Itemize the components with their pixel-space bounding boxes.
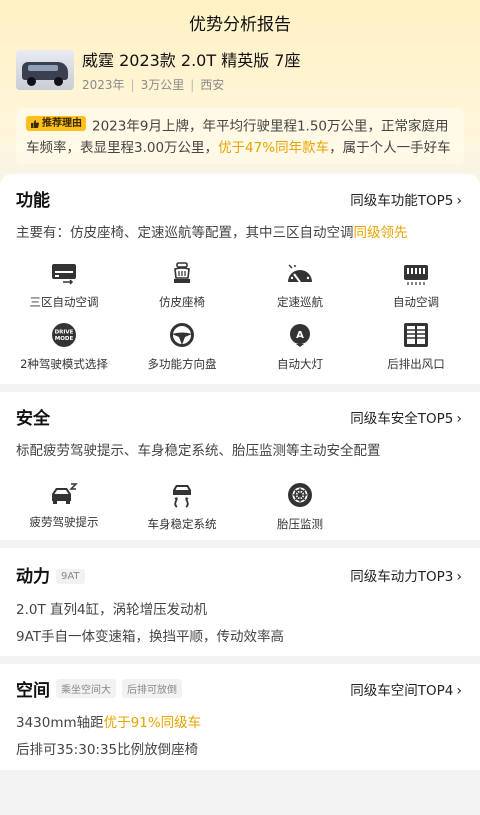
function-top5-link[interactable]: 同级车功能TOP5 › <box>350 189 462 209</box>
tire-pressure-icon <box>288 483 312 507</box>
space-chip: 乘坐空间大 <box>56 679 116 698</box>
feature-item: 后排出风口 <box>356 322 476 372</box>
feature-item: 多功能方向盘 <box>122 322 242 372</box>
power-section: 动力 9AT 同级车动力TOP3 › 2.0T 直列4缸，涡轮增压发动机 9AT手自… <box>0 548 480 656</box>
chevron-right-icon: › <box>456 569 462 585</box>
safety-desc: 标配疲劳驾驶提示、车身稳定系统、胎压监测等主动安全配置 <box>16 443 381 459</box>
safety-top5-link[interactable]: 同级车安全TOP5 › <box>350 407 462 427</box>
car-name: 威霆 2023款 2.0T 精英版 7座 <box>82 51 301 70</box>
chevron-right-icon: › <box>456 683 462 699</box>
rear-vent-icon <box>404 323 428 347</box>
feature-item: A 自动大灯 <box>240 322 360 372</box>
car-year: 2023年 <box>82 78 125 92</box>
seat-icon <box>174 262 190 283</box>
car-thumbnail <box>16 50 74 90</box>
space-top4-link[interactable]: 同级车空间TOP4 › <box>350 679 462 699</box>
power-chip: 9AT <box>56 569 85 584</box>
safety-section: 安全 同级车安全TOP5 › 标配疲劳驾驶提示、车身稳定系统、胎压监测等主动安全配… <box>0 392 480 540</box>
feature-item: 三区自动空调 <box>4 262 124 310</box>
feature-label: 自动大灯 <box>277 357 323 371</box>
chevron-right-icon: › <box>456 193 462 209</box>
feature-item: 自动空调 <box>356 262 476 310</box>
space-highlight: 优于91%同级车 <box>103 715 202 731</box>
space-title: 空间 乘坐空间大 后排可放倒 <box>16 676 182 701</box>
feature-label: 三区自动空调 <box>29 295 99 309</box>
steering-wheel-icon <box>170 323 194 347</box>
feature-label: 疲劳驾驶提示 <box>29 515 99 529</box>
car-mileage: 3万公里 <box>140 78 185 92</box>
safety-title: 安全 <box>16 409 50 429</box>
feature-item: 车身稳定系统 <box>122 482 242 532</box>
drive-mode-icon: DRIVE MODE <box>52 323 76 347</box>
power-title: 动力 9AT <box>16 562 85 587</box>
auto-ac-icon <box>404 265 428 285</box>
esp-icon <box>173 485 191 508</box>
feature-label: 2种驾驶模式选择 <box>20 357 108 371</box>
feature-item: 定速巡航 <box>240 262 360 310</box>
function-section: 功能 同级车功能TOP5 › 主要有：仿皮座椅、定速巡航等配置，其中三区自动空调同… <box>0 174 480 384</box>
feature-label: 自动空调 <box>393 295 439 309</box>
feature-item: 疲劳驾驶提示 <box>4 482 124 530</box>
function-title: 功能 <box>16 191 50 211</box>
space-seat-desc: 后排可35:30:35比例放倒座椅 <box>16 742 199 758</box>
svg-text:A: A <box>296 330 304 341</box>
feature-item: DRIVE MODE 2种驾驶模式选择 <box>4 322 124 372</box>
feature-label: 多功能方向盘 <box>147 357 217 371</box>
power-gearbox-desc: 9AT手自一体变速箱，换挡平顺，传动效率高 <box>16 629 285 645</box>
thumbs-up-icon <box>31 119 40 128</box>
space-chip: 后排可放倒 <box>122 679 182 698</box>
feature-label: 仿皮座椅 <box>159 295 205 309</box>
car-city: 西安 <box>200 78 225 92</box>
car-meta: 2023年 | 3万公里 | 西安 <box>82 78 225 92</box>
feature-label: 胎压监测 <box>277 517 323 531</box>
svg-text:MODE: MODE <box>55 336 74 342</box>
headlight-icon: A <box>290 324 310 347</box>
feature-item: 胎压监测 <box>240 482 360 532</box>
feature-item: 仿皮座椅 <box>122 262 242 310</box>
fatigue-icon <box>52 483 78 504</box>
recommend-reason-text-end: ，属于个人一手好车 <box>329 139 451 156</box>
recommend-reason-tag: 推荐理由 <box>26 116 86 131</box>
power-top3-link[interactable]: 同级车动力TOP3 › <box>350 565 462 585</box>
chevron-right-icon: › <box>456 411 462 427</box>
feature-label: 定速巡航 <box>277 295 323 309</box>
page-title: 优势分析报告 <box>189 15 291 35</box>
cruise-icon <box>288 264 312 283</box>
svg-text:DRIVE: DRIVE <box>55 330 74 336</box>
feature-label: 车身稳定系统 <box>147 517 217 531</box>
space-wheelbase-desc: 3430mm轴距优于91%同级车 <box>16 715 202 731</box>
feature-label: 后排出风口 <box>387 357 445 371</box>
recommend-reason-highlight: 优于47%同年款车 <box>218 139 330 156</box>
function-desc: 主要有：仿皮座椅、定速巡航等配置，其中三区自动空调同级领先 <box>16 225 408 241</box>
car-summary: 威霆 2023款 2.0T 精英版 7座 2023年 | 3万公里 | 西安 <box>16 50 300 93</box>
ac-panel-icon <box>52 264 76 285</box>
power-engine-desc: 2.0T 直列4缸，涡轮增压发动机 <box>16 602 208 618</box>
recommend-reason: 推荐理由 2023年9月上牌，年平均行驶里程1.50万公里，正常家庭用车频率，表显… <box>16 108 464 164</box>
function-desc-highlight: 同级领先 <box>353 225 408 241</box>
space-section: 空间 乘坐空间大 后排可放倒 同级车空间TOP4 › 3430mm轴距优于91%同级车… <box>0 664 480 770</box>
